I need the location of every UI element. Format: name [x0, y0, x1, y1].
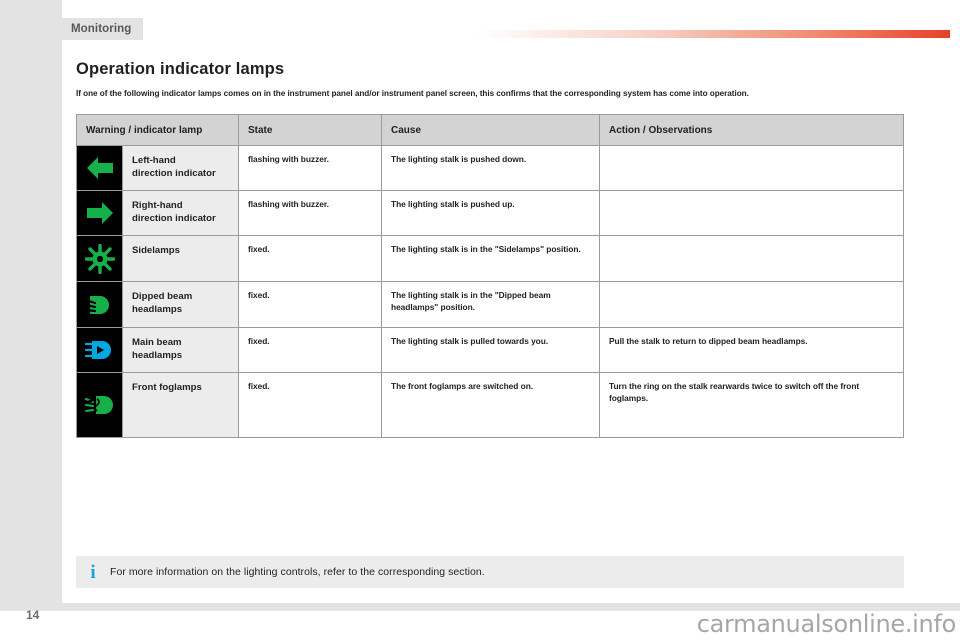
- lamp-name-line2: headlamps: [132, 350, 183, 361]
- lamp-name-line2: headlamps: [132, 304, 183, 315]
- lamp-name-line2: direction indicator: [132, 213, 216, 224]
- manual-page: Monitoring Operation indicator lamps If …: [0, 0, 960, 640]
- lamp-name: Left-hand direction indicator: [123, 146, 238, 190]
- lamp-name-line1: Sidelamps: [132, 245, 180, 256]
- cause-cell: The lighting stalk is pushed down.: [382, 146, 600, 190]
- lamp-name: Dipped beam headlamps: [123, 282, 238, 327]
- table-row: Dipped beam headlamps fixed. The lighting…: [77, 282, 903, 328]
- front-foglamps-green-icon: [77, 373, 123, 437]
- information-icon: i: [90, 561, 96, 583]
- state-cell: flashing with buzzer.: [239, 191, 382, 235]
- indicator-lamps-table: Warning / indicator lamp State Cause Act…: [76, 114, 904, 438]
- lamp-name: Main beam headlamps: [123, 328, 238, 372]
- lamp-name-line2: direction indicator: [132, 168, 216, 179]
- lamp-cell: Right-hand direction indicator: [77, 191, 239, 235]
- left-gutter: [0, 0, 62, 603]
- action-cell: [600, 146, 903, 190]
- action-cell: [600, 236, 903, 281]
- column-header-lamp: Warning / indicator lamp: [77, 115, 239, 145]
- cause-cell: The lighting stalk is pushed up.: [382, 191, 600, 235]
- arrow-left-green-icon: [77, 146, 123, 190]
- intro-paragraph: If one of the following indicator lamps …: [76, 89, 749, 98]
- lamp-name-line1: Left-hand: [132, 155, 176, 166]
- column-header-state: State: [239, 115, 382, 145]
- table-header-row: Warning / indicator lamp State Cause Act…: [77, 115, 903, 146]
- state-cell: fixed.: [239, 328, 382, 372]
- watermark: carmanualsonline.info: [696, 610, 957, 638]
- dipped-beam-green-icon: [77, 282, 123, 327]
- lamp-cell: Dipped beam headlamps: [77, 282, 239, 327]
- lamp-name-line1: Main beam: [132, 337, 182, 348]
- action-cell: [600, 191, 903, 235]
- section-tab: Monitoring: [62, 18, 144, 40]
- page-number: 14: [26, 608, 40, 622]
- lamp-name-line1: Dipped beam: [132, 291, 193, 302]
- cause-cell: The front foglamps are switched on.: [382, 373, 600, 437]
- header-rule: [478, 30, 950, 38]
- column-header-action: Action / Observations: [609, 124, 713, 136]
- cause-cell: The lighting stalk is in the "Dipped bea…: [382, 282, 600, 327]
- page-title: Operation indicator lamps: [76, 60, 285, 78]
- table-row: Front foglamps fixed. The front foglamps…: [77, 373, 903, 437]
- section-tab-label: Monitoring: [71, 23, 132, 35]
- lamp-name: Sidelamps: [123, 236, 238, 281]
- table-row: Right-hand direction indicator flashing w…: [77, 191, 903, 236]
- action-cell: Turn the ring on the stalk rearwards twi…: [609, 381, 860, 403]
- state-cell: fixed.: [239, 373, 382, 437]
- state-cell: flashing with buzzer.: [239, 146, 382, 190]
- lamp-name-line1: Front foglamps: [132, 382, 202, 393]
- action-cell: [600, 282, 903, 327]
- arrow-right-green-icon: [77, 191, 123, 235]
- lamp-name-line1: Right-hand: [132, 200, 183, 211]
- table-row: Left-hand direction indicator flashing wi…: [77, 146, 903, 191]
- sidelamps-green-icon: [77, 236, 123, 281]
- column-header-cause: Cause: [382, 115, 600, 145]
- cause-cell: The lighting stalk is in the "Sidelamps"…: [382, 236, 600, 281]
- info-note: i For more information on the lighting c…: [76, 556, 904, 588]
- lamp-name: Front foglamps: [123, 373, 238, 437]
- lamp-cell: Front foglamps: [77, 373, 239, 437]
- lamp-cell: Main beam headlamps: [77, 328, 239, 372]
- action-cell: Pull the stalk to return to dipped beam …: [609, 336, 808, 346]
- cause-cell: The lighting stalk is pulled towards you…: [382, 328, 600, 372]
- lamp-cell: Sidelamps: [77, 236, 239, 281]
- lamp-cell: Left-hand direction indicator: [77, 146, 239, 190]
- table-row: Main beam headlamps fixed. The lighting s…: [77, 328, 903, 373]
- state-cell: fixed.: [239, 236, 382, 281]
- info-note-text: For more information on the lighting con…: [110, 566, 485, 578]
- lamp-name: Right-hand direction indicator: [123, 191, 238, 235]
- main-beam-blue-icon: [77, 328, 123, 372]
- state-cell: fixed.: [239, 282, 382, 327]
- table-row: Sidelamps fixed. The lighting stalk is i…: [77, 236, 903, 282]
